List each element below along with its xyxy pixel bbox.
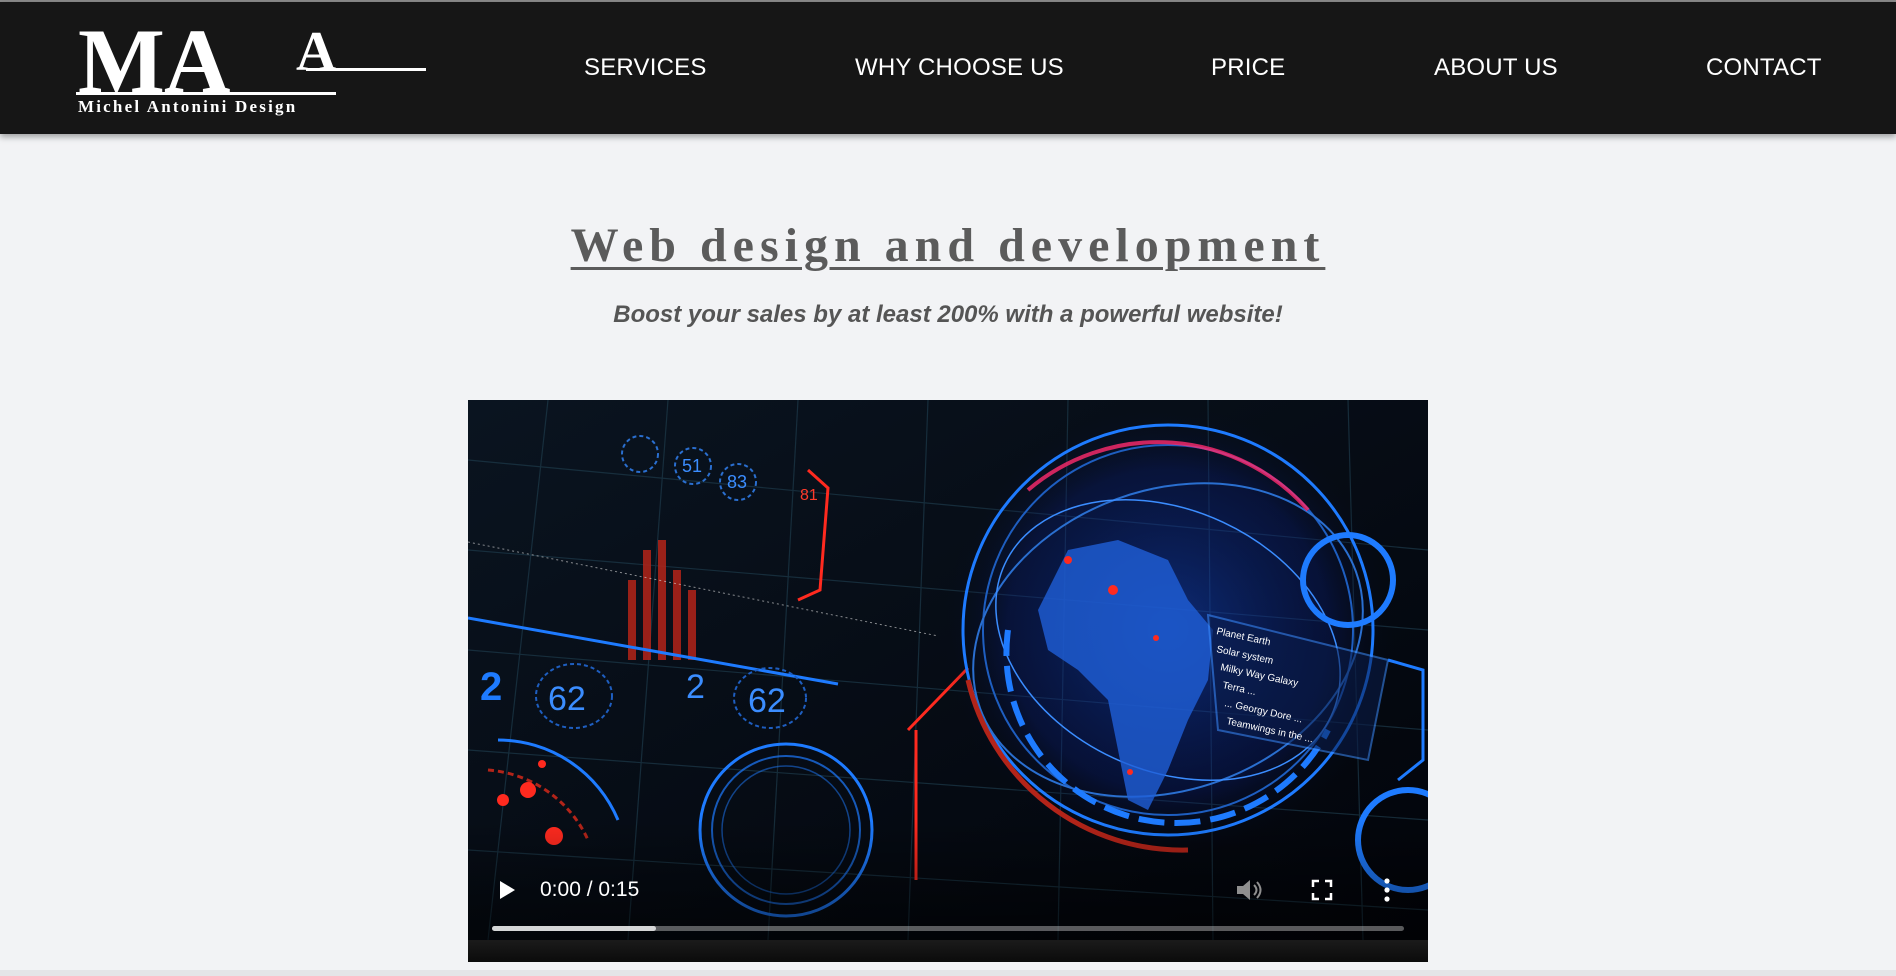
time-display: 0:00 / 0:15 — [540, 878, 640, 901]
site-header: M A A Michel Antonini Design SERVICES WH… — [0, 2, 1896, 134]
promo-video[interactable]: 51 83 81 2 62 2 62 Planet Earth Solar sy… — [468, 400, 1428, 962]
page-title: Web design and development — [570, 219, 1326, 272]
nav-link-price[interactable]: PRICE — [1211, 54, 1285, 82]
play-icon — [500, 881, 515, 899]
svg-text:81: 81 — [800, 487, 818, 504]
seek-bar-buffered — [492, 926, 657, 931]
page-subtitle: Boost your sales by at least 200% with a… — [613, 301, 1283, 328]
nav-link-about-us[interactable]: ABOUT US — [1434, 54, 1558, 82]
more-vertical-icon — [1384, 878, 1390, 902]
svg-text:51: 51 — [682, 456, 702, 476]
volume-muted-icon — [1237, 880, 1262, 900]
logo-graphic: M A A Michel Antonini Design — [76, 10, 426, 116]
svg-text:2: 2 — [480, 665, 502, 709]
svg-text:2: 2 — [686, 668, 705, 706]
fullscreen-button[interactable] — [1310, 878, 1334, 902]
site-logo[interactable]: M A A Michel Antonini Design — [76, 10, 432, 116]
mute-button[interactable] — [1234, 876, 1264, 904]
seek-bar[interactable] — [492, 926, 1404, 931]
svg-text:83: 83 — [727, 472, 747, 492]
nav-link-contact[interactable]: CONTACT — [1706, 54, 1822, 82]
nav-link-why-choose-us[interactable]: WHY CHOOSE US — [855, 54, 1064, 82]
more-options-button[interactable] — [1380, 877, 1394, 903]
fullscreen-icon — [1311, 879, 1333, 901]
nav-link-services[interactable]: SERVICES — [584, 54, 707, 82]
logo-mark-small-a: A — [296, 21, 337, 83]
logo-text: Michel Antonini Design — [78, 97, 297, 116]
play-button[interactable] — [494, 878, 518, 902]
page-bottom-edge — [0, 970, 1896, 976]
svg-text:62: 62 — [748, 682, 786, 720]
video-bottom-strip — [468, 940, 1428, 962]
svg-text:62: 62 — [548, 680, 586, 718]
